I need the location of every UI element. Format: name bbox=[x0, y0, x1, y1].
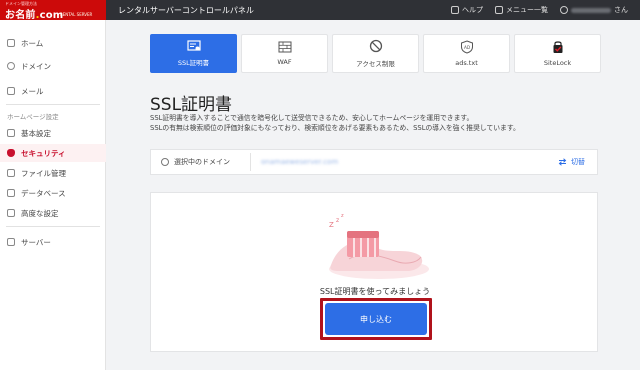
sidebar-item-basic-settings[interactable]: 基本設定 bbox=[0, 124, 106, 142]
brand-name: お名前.com bbox=[5, 10, 64, 21]
svg-text:Z: Z bbox=[329, 221, 334, 229]
sidebar-item-mail[interactable]: メール bbox=[0, 82, 106, 100]
swap-arrows-icon bbox=[558, 158, 567, 166]
help-link[interactable]: ヘルプ bbox=[451, 5, 483, 15]
sidebar-item-file-management[interactable]: ファイル管理 bbox=[0, 164, 106, 182]
security-tabs: SSL証明書 WAF アクセス制限 AD ads.txt SiteLock bbox=[150, 34, 601, 73]
svg-text:AD: AD bbox=[463, 45, 469, 50]
sidebar-item-label: サーバー bbox=[21, 237, 51, 247]
user-name-redacted bbox=[571, 7, 611, 13]
sidebar-item-domain[interactable]: ドメイン bbox=[0, 57, 106, 75]
user-icon bbox=[560, 6, 568, 14]
description-line: SSLの有無は検索順位の評価対象にもなっており、検索順位をあげる要素もあるため、… bbox=[150, 124, 520, 132]
switch-label: 切替 bbox=[571, 158, 585, 166]
sidebar-item-security[interactable]: セキュリティ bbox=[0, 144, 106, 162]
menu-list-label: メニュー一覧 bbox=[506, 6, 548, 14]
sidebar-item-label: ホーム bbox=[21, 38, 44, 48]
top-bar: ドメイン管理方法 お名前.com RENTAL SERVER レンタルサーバーコ… bbox=[0, 0, 640, 21]
domain-selector-bar: 選択中のドメイン onamaeweserver.com 切替 bbox=[150, 149, 598, 175]
database-icon bbox=[7, 189, 15, 197]
home-icon bbox=[7, 39, 15, 47]
brand-logo[interactable]: ドメイン管理方法 お名前.com RENTAL SERVER bbox=[0, 0, 106, 21]
selected-domain-value: onamaeweserver.com bbox=[261, 158, 339, 166]
svg-text:z: z bbox=[336, 217, 339, 224]
firewall-icon bbox=[278, 41, 291, 53]
sidebar-item-label: セキュリティ bbox=[21, 148, 66, 158]
sidebar-item-server[interactable]: サーバー bbox=[0, 233, 106, 251]
sidebar-divider bbox=[6, 104, 100, 105]
certificate-icon bbox=[186, 40, 201, 51]
sidebar-item-label: 基本設定 bbox=[21, 128, 51, 138]
apply-button[interactable]: 申し込む bbox=[325, 303, 427, 335]
brand-sub: RENTAL SERVER bbox=[60, 12, 93, 17]
sidebar-item-home[interactable]: ホーム bbox=[0, 34, 106, 52]
tab-label: SiteLock bbox=[543, 59, 572, 67]
block-icon bbox=[369, 39, 382, 53]
help-icon bbox=[451, 6, 459, 14]
sidebar: ホーム ドメイン メール ホームページ設定 基本設定 セキュリティ ファイル管理… bbox=[0, 20, 106, 370]
user-suffix: さん bbox=[614, 6, 628, 14]
tab-label: SSL証明書 bbox=[177, 59, 210, 67]
tab-label: アクセス制限 bbox=[356, 60, 395, 68]
empty-state-message: SSL証明書を使ってみましょう bbox=[319, 287, 431, 296]
sidebar-item-label: メール bbox=[21, 86, 44, 96]
sidebar-item-database[interactable]: データベース bbox=[0, 184, 106, 202]
user-menu[interactable]: さん bbox=[560, 5, 628, 15]
sidebar-item-label: 高度な設定 bbox=[21, 208, 59, 218]
description-line: SSL証明書を導入することで通信を暗号化して送受信できるため、安心してホームペー… bbox=[150, 114, 474, 122]
mail-icon bbox=[7, 87, 15, 95]
monitor-icon bbox=[7, 129, 15, 137]
sitelock-icon bbox=[553, 41, 562, 53]
sidebar-divider bbox=[6, 226, 100, 227]
app-title: レンタルサーバーコントロールパネル bbox=[118, 5, 254, 15]
globe-icon bbox=[161, 158, 169, 166]
sidebar-item-label: データベース bbox=[21, 188, 66, 198]
tab-waf[interactable]: WAF bbox=[241, 34, 328, 73]
ad-shield-icon: AD bbox=[460, 40, 473, 54]
tab-ads-txt[interactable]: AD ads.txt bbox=[423, 34, 510, 73]
file-icon bbox=[7, 169, 15, 177]
menu-list-link[interactable]: メニュー一覧 bbox=[495, 5, 548, 15]
help-label: ヘルプ bbox=[462, 6, 483, 14]
page-description: SSL証明書を導入することで通信を暗号化して送受信できるため、安心してホームペー… bbox=[150, 113, 600, 133]
svg-text:z: z bbox=[341, 213, 344, 219]
sidebar-section-heading: ホームページ設定 bbox=[7, 113, 59, 121]
tab-access-restriction[interactable]: アクセス制限 bbox=[332, 34, 419, 73]
switch-domain-button[interactable]: 切替 bbox=[558, 157, 585, 167]
sidebar-item-label: ファイル管理 bbox=[21, 168, 66, 178]
sidebar-item-label: ドメイン bbox=[21, 61, 51, 71]
tab-label: ads.txt bbox=[455, 59, 478, 67]
server-icon bbox=[7, 238, 15, 246]
ssl-empty-state-card: Z z z SSL証明書を使ってみましょう 申し込む bbox=[150, 192, 598, 352]
sleeping-lock-illustration: Z z z bbox=[329, 213, 429, 279]
shield-icon bbox=[7, 149, 15, 157]
grid-icon bbox=[495, 6, 503, 14]
selected-domain-label-group: 選択中のドメイン bbox=[151, 153, 251, 171]
tab-ssl-certificate[interactable]: SSL証明書 bbox=[150, 34, 237, 73]
tab-label: WAF bbox=[277, 58, 292, 66]
settings-icon bbox=[7, 209, 15, 217]
selected-domain-label: 選択中のドメイン bbox=[174, 158, 230, 166]
tab-sitelock[interactable]: SiteLock bbox=[514, 34, 601, 73]
page-title: SSL証明書 bbox=[150, 95, 233, 115]
globe-icon bbox=[7, 62, 15, 70]
sidebar-item-advanced-settings[interactable]: 高度な設定 bbox=[0, 204, 106, 222]
